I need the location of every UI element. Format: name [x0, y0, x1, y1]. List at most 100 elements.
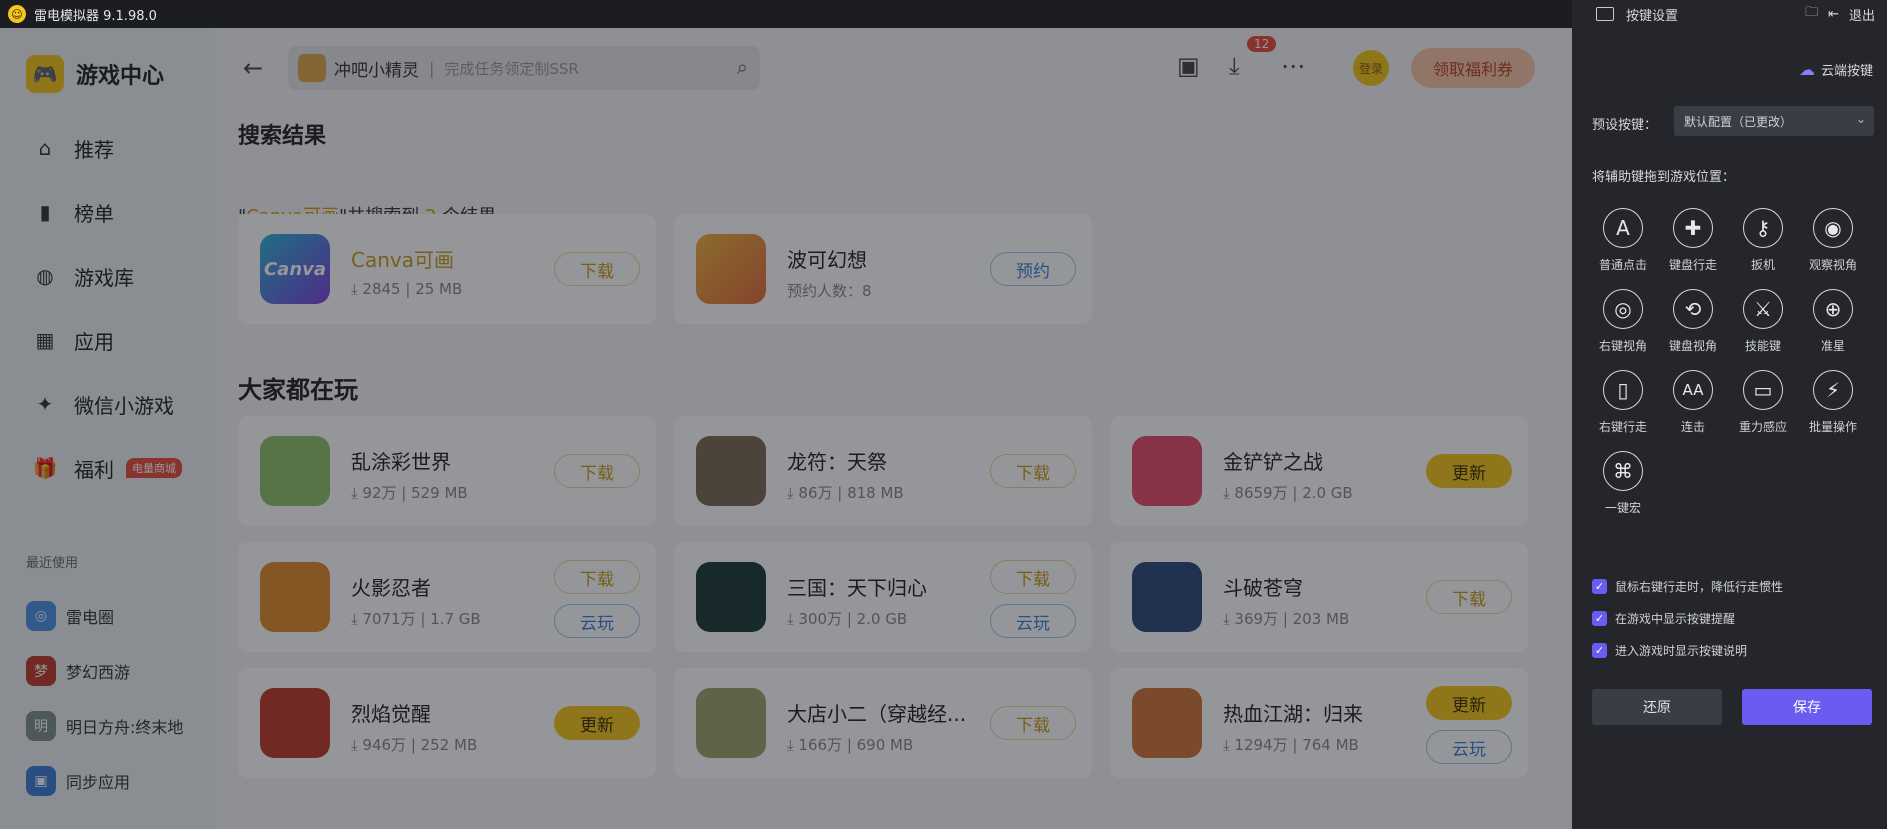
- download-button[interactable]: 下载: [990, 560, 1076, 594]
- download-button[interactable]: 下载: [990, 706, 1076, 740]
- download-count: 946万: [362, 736, 407, 754]
- preset-label: 预设按键：: [1592, 118, 1658, 133]
- app-size: 529 MB: [411, 484, 468, 502]
- coupon-button[interactable]: 领取福利券: [1411, 48, 1535, 88]
- game-card[interactable]: 金铲铲之战 ⤓ 8659万 | 2.0 GB 更新: [1110, 416, 1528, 526]
- more-icon[interactable]: ⋯: [1281, 52, 1305, 80]
- result-card[interactable]: Canva Canva可画 ⤓ 2845 | 25 MB 下载: [238, 214, 656, 324]
- reserve-button[interactable]: 预约: [990, 252, 1076, 286]
- game-card[interactable]: 龙符：天祭 ⤓ 86万 | 818 MB 下载: [674, 416, 1092, 526]
- login-button[interactable]: 登录: [1353, 50, 1389, 86]
- back-arrow-icon[interactable]: ←: [243, 54, 263, 82]
- recent-item[interactable]: 梦 梦幻西游: [26, 643, 206, 698]
- checkbox-checked-icon[interactable]: ✓: [1592, 579, 1607, 594]
- game-app-icon: [1132, 688, 1202, 758]
- update-button[interactable]: 更新: [554, 706, 640, 740]
- key-tool-label: 右键视角: [1598, 339, 1647, 353]
- game-card[interactable]: 三国：天下归心 ⤓ 300万 | 2.0 GB 下载 云玩: [674, 542, 1092, 652]
- download-button[interactable]: 下载: [990, 454, 1076, 488]
- window-title: 雷电模拟器 9.1.98.0: [34, 8, 157, 24]
- download-button[interactable]: 下载: [554, 454, 640, 488]
- key-tool[interactable]: ✚ 键盘行走: [1658, 208, 1728, 273]
- recent-item[interactable]: ▣ 同步应用: [26, 753, 206, 808]
- key-tool[interactable]: ⚡ 批量操作: [1798, 370, 1868, 435]
- option-reduce-inertia[interactable]: ✓ 鼠标右键行走时，降低行走惯性: [1592, 578, 1783, 595]
- preset-select[interactable]: 默认配置（已更改） ⌄: [1674, 106, 1874, 136]
- option-show-key-guide[interactable]: ✓ 进入游戏时显示按键说明: [1592, 642, 1747, 659]
- cloud-play-button[interactable]: 云玩: [554, 604, 640, 638]
- meta-separator: |: [1278, 610, 1293, 628]
- result-card[interactable]: 波可幻想 预约人数：8 预约: [674, 214, 1092, 324]
- download-count-icon: ⤓: [351, 280, 363, 298]
- exit-icon[interactable]: ⇤: [1828, 7, 1839, 22]
- update-button[interactable]: 更新: [1426, 686, 1512, 720]
- game-app-icon: [260, 688, 330, 758]
- cloud-play-button[interactable]: 云玩: [990, 604, 1076, 638]
- recent-item[interactable]: ◎ 雷电圈: [26, 588, 206, 643]
- exit-button[interactable]: 退出: [1849, 5, 1875, 24]
- app-name: 乱涂彩世界: [351, 450, 451, 474]
- option-label: 在游戏中显示按键提醒: [1615, 612, 1736, 626]
- game-card[interactable]: 大店小二（穿越经... ⤓ 166万 | 690 MB 下载: [674, 668, 1092, 778]
- calendar-icon[interactable]: ▣: [1177, 52, 1200, 80]
- search-input[interactable]: 冲吧小精灵 | 完成任务领定制SSR ⌕: [288, 46, 760, 90]
- app-name: Canva可画: [351, 248, 454, 272]
- search-keyword: 冲吧小精灵: [334, 60, 419, 81]
- meta-separator: |: [1287, 736, 1303, 754]
- update-button[interactable]: 更新: [1426, 454, 1512, 488]
- download-button[interactable]: 下载: [1426, 580, 1512, 614]
- recent-item-label: 同步应用: [66, 772, 131, 792]
- key-tool[interactable]: ▯ 右键行走: [1588, 370, 1658, 435]
- sidebar-item-ranking[interactable]: ▮ 榜单: [0, 180, 215, 244]
- key-tool[interactable]: A 普通点击: [1588, 208, 1658, 273]
- sidebar-item-apps[interactable]: ▦ 应用: [0, 308, 215, 372]
- key-tool[interactable]: ◎ 右键视角: [1588, 289, 1658, 354]
- checkbox-checked-icon[interactable]: ✓: [1592, 611, 1607, 626]
- app-meta: ⤓ 946万 | 252 MB: [351, 734, 477, 755]
- sidebar-item-library[interactable]: ◍ 游戏库: [0, 244, 215, 308]
- download-count: 86万: [798, 484, 833, 502]
- sidebar-item-label: 微信小游戏: [74, 393, 174, 418]
- save-button[interactable]: 保存: [1742, 689, 1872, 725]
- key-tool[interactable]: ▭ 重力感应: [1728, 370, 1798, 435]
- recent-item[interactable]: 明 明日方舟:终末地: [26, 698, 206, 753]
- keyboard-view-icon: ⟲: [1673, 289, 1713, 329]
- download-icon[interactable]: ⤓: [1229, 52, 1240, 80]
- sidebar-item-welfare[interactable]: 🎁 福利 电量商城: [0, 436, 215, 500]
- app-name: 三国：天下归心: [787, 576, 927, 600]
- results-title: 搜索结果: [238, 124, 327, 149]
- key-tool[interactable]: ⚔ 技能键: [1728, 289, 1798, 354]
- sidebar-item-label: 应用: [74, 329, 114, 354]
- app-size: 690 MB: [856, 736, 914, 754]
- sidebar-item-recommend[interactable]: ⌂ 推荐: [0, 116, 215, 180]
- game-card[interactable]: 火影忍者 ⤓ 7071万 | 1.7 GB 下载 云玩: [238, 542, 656, 652]
- folder-icon[interactable]: 🗀: [1805, 3, 1818, 25]
- download-count-icon: ⤓: [787, 736, 799, 754]
- cloud-play-button[interactable]: 云玩: [1426, 730, 1512, 764]
- game-card[interactable]: 热血江湖：归来 ⤓ 1294万 | 764 MB 更新 云玩: [1110, 668, 1528, 778]
- sidebar-item-label: 游戏库: [74, 265, 134, 290]
- game-card[interactable]: 乱涂彩世界 ⤓ 92万 | 529 MB 下载: [238, 416, 656, 526]
- key-tool[interactable]: ⌘ 一键宏: [1588, 451, 1658, 516]
- download-button[interactable]: 下载: [554, 560, 640, 594]
- game-app-icon: [1132, 562, 1202, 632]
- key-tool[interactable]: ⊕ 准星: [1798, 289, 1868, 354]
- key-tool[interactable]: ⚷ 扳机: [1728, 208, 1798, 273]
- key-tool[interactable]: AA 连击: [1658, 370, 1728, 435]
- option-show-key-hints[interactable]: ✓ 在游戏中显示按键提醒: [1592, 610, 1735, 627]
- game-card[interactable]: 斗破苍穹 ⤓ 369万 | 203 MB 下载: [1110, 542, 1528, 652]
- reservation-count: 预约人数：8: [787, 282, 872, 300]
- key-tool[interactable]: ◉ 观察视角: [1798, 208, 1868, 273]
- right-click-walk-icon: ▯: [1603, 370, 1643, 410]
- download-button[interactable]: 下载: [554, 252, 640, 286]
- leidian-circle-icon: ◎: [26, 600, 56, 631]
- cloud-keys-button[interactable]: ☁ 云端按键: [1799, 60, 1873, 79]
- key-tool-label: 准星: [1820, 339, 1845, 353]
- gamepad-logo-icon: 🎮: [26, 55, 64, 93]
- search-icon[interactable]: ⌕: [737, 55, 748, 79]
- sidebar-item-wechat-games[interactable]: ✦ 微信小游戏: [0, 372, 215, 436]
- checkbox-checked-icon[interactable]: ✓: [1592, 643, 1607, 658]
- key-tool[interactable]: ⟲ 键盘视角: [1658, 289, 1728, 354]
- reset-button[interactable]: 还原: [1592, 689, 1722, 725]
- game-card[interactable]: 烈焰觉醒 ⤓ 946万 | 252 MB 更新: [238, 668, 656, 778]
